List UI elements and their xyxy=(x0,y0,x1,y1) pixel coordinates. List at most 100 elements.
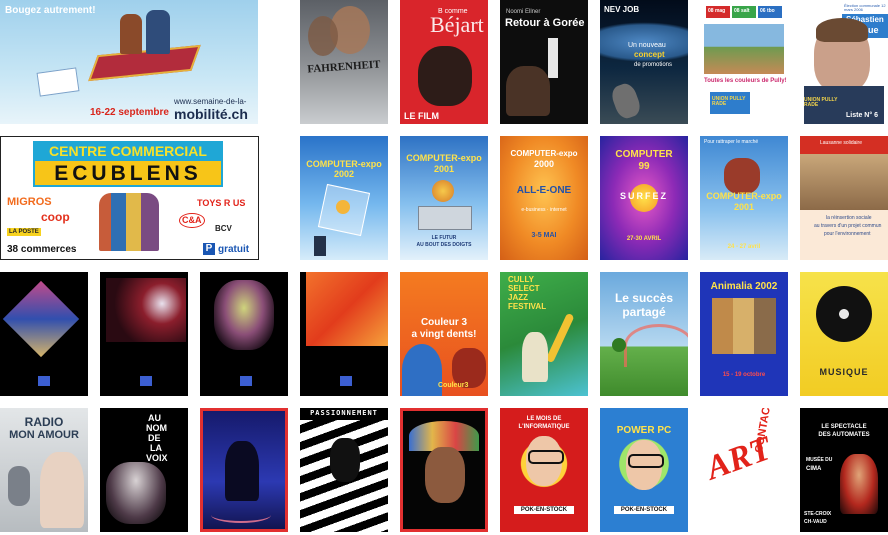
bejart-name: Béjart xyxy=(430,12,484,37)
poster-pully-couleurs[interactable]: 08 mag 08 salt 06 tbo Toutes les couleur… xyxy=(700,0,788,124)
soli-text-3: pour l'environnement xyxy=(824,231,871,237)
poster-art-3[interactable] xyxy=(200,272,288,396)
fague-hair xyxy=(816,18,868,42)
c2000-year: 2000 xyxy=(533,159,555,169)
walking-figures xyxy=(314,236,326,256)
power-line-2: L'INFORMATIQUE xyxy=(518,424,570,430)
microphone xyxy=(8,466,30,506)
voix-word-4: LA xyxy=(150,443,162,453)
poster-computer-expo-2000[interactable]: COMPUTER-expo 2000 ALL-E-ONE e-business … xyxy=(500,136,588,260)
animal-grid xyxy=(712,298,776,354)
animalia-title: Animalia 2002 xyxy=(710,281,778,292)
portrait-face xyxy=(425,447,465,503)
poster-au-nom-de-la-voix[interactable]: AU NOM DE LA VOIX xyxy=(100,408,188,532)
poster-radio-mon-amour[interactable]: RADIO MON AMOUR xyxy=(0,408,88,532)
job-tag-2: concept xyxy=(634,50,665,59)
automates-line-1: LE SPECTACLE xyxy=(821,424,867,430)
poster-animalia-2002[interactable]: Animalia 2002 15 - 19 octobre xyxy=(700,272,788,396)
stecroix-line-1: STE-CROIX xyxy=(804,511,832,517)
cc-toysrus: TOYS R US xyxy=(197,198,246,208)
poster-couleur-3[interactable]: Couleur 3 a vingt dents! Couleur3 xyxy=(400,272,488,396)
radio-line-1: RADIO xyxy=(24,415,64,429)
c2001b-year: 2001 xyxy=(733,202,755,212)
cc-bcv: BCV xyxy=(215,224,232,233)
passion-title: PASSIONNEMENT xyxy=(310,409,378,417)
poster-marcheur[interactable] xyxy=(200,408,288,532)
c2002-title: COMPUTER-expo xyxy=(306,159,382,169)
jazz-line-1: CULLY xyxy=(508,275,534,284)
c2000-badge: e-business · internet xyxy=(521,207,567,213)
fague-union: UNION PULLY RADE xyxy=(804,97,838,108)
poster-computer-99[interactable]: COMPUTER 99 SURFEZ 27-30 AVRIL xyxy=(600,136,688,260)
pully-tab-1: 08 mag xyxy=(708,8,726,14)
poster-art-2[interactable] xyxy=(100,272,188,396)
poster-sebastien-fague[interactable]: Élection communale 12 mars 2006 Sébastie… xyxy=(800,0,888,124)
scribble xyxy=(211,507,271,523)
poster-le-mois-informatique[interactable]: LE MOIS DE L'INFORMATIQUE POK-EN-STOCK xyxy=(500,408,588,532)
cc-parking: gratuit xyxy=(218,244,250,255)
poster-musique[interactable]: MUSIQUE xyxy=(800,272,888,396)
cc-laposte: LA POSTE xyxy=(7,228,41,236)
goree-title: Retour à Gorée xyxy=(505,17,585,29)
soli-photo xyxy=(800,154,888,210)
mobilite-dates: 16-22 septembre xyxy=(90,107,169,118)
abstract-face xyxy=(214,280,274,350)
poster-fahrenheit[interactable]: FAHRENHEIT xyxy=(300,0,388,124)
poster-computer-expo-2001[interactable]: COMPUTER-expo 2001 LE FUTUR AU BOUT DES … xyxy=(400,136,488,260)
poster-computer-expo-2001-b[interactable]: Pour rattraper le marché COMPUTER-expo 2… xyxy=(700,136,788,260)
poster-passionnement[interactable]: PASSIONNEMENT xyxy=(300,408,388,532)
poster-portrait-feathers[interactable] xyxy=(400,408,488,532)
cc-count: 38 commerces xyxy=(7,244,77,255)
couleur-line-2: a vingt dents! xyxy=(411,329,477,340)
poster-computer-expo-2002[interactable]: COMPUTER-expo 2002 xyxy=(300,136,388,260)
poster-art-1[interactable] xyxy=(0,272,88,396)
poster-succes-partage[interactable]: Le succès partagé xyxy=(600,272,688,396)
pully-tab-3: 06 tbo xyxy=(760,8,775,14)
cc-line2: ECUBLENS xyxy=(54,162,202,185)
c2000-logo: ALL-E-ONE xyxy=(516,185,572,196)
soli-text-1: la réinsertion sociale xyxy=(826,215,872,221)
vinyl-record xyxy=(816,286,872,342)
mobilite-url-prefix: www.semaine-de-la- xyxy=(174,97,247,106)
poster-lausanne-solidaire[interactable]: Lausanne solidaire la réinsertion social… xyxy=(800,136,888,260)
job-title: NEV JOB xyxy=(604,5,640,14)
fague-head: Élection communale 12 mars 2006 xyxy=(844,3,886,12)
c99-surf: SURFEZ xyxy=(620,191,668,201)
rainbow xyxy=(624,324,688,367)
poster-centre-commercial-ecublens[interactable]: CENTRE COMMERCIAL ECUBLENS MIGROS coop L… xyxy=(0,136,259,260)
c2002-year: 2002 xyxy=(333,169,355,179)
automates-line-2: DES AUTOMATES xyxy=(818,432,870,438)
poster-semaine-mobilite[interactable]: Bougez autrement! 16-22 septembre www.se… xyxy=(0,0,258,124)
pok-label: POK-EN-STOCK xyxy=(514,506,574,514)
poster-nev-job[interactable]: NEV JOB Un nouveau concept de promotions xyxy=(600,0,688,124)
pully-union: UNION PULLY RADE xyxy=(712,96,746,107)
cc-migros: MIGROS xyxy=(7,196,52,208)
pully-slogan: Toutes les couleurs de Pully! xyxy=(704,78,787,84)
mobilite-headline: Bougez autrement! xyxy=(5,5,96,16)
rider-figure-1 xyxy=(120,14,142,54)
abstract-diamond xyxy=(2,280,80,358)
poster-art-contact[interactable]: ART CONTACT xyxy=(700,408,788,532)
c99-year: 99 xyxy=(638,161,650,172)
poster-cully-jazz[interactable]: CULLY SELECT JAZZ FESTIVAL xyxy=(500,272,588,396)
c2001b-head: Pour rattraper le marché xyxy=(704,139,759,145)
musee-line-1: MUSÉE DU xyxy=(806,457,833,463)
c2000-dates: 3-5 MAI xyxy=(531,232,557,239)
poster-retour-goree[interactable]: Noomi Ellner Retour à Gorée xyxy=(500,0,588,124)
cc-family xyxy=(99,193,159,251)
poster-power-pc[interactable]: POWER PC POK-EN-STOCK xyxy=(600,408,688,532)
passion-face xyxy=(330,438,360,482)
globe-icon xyxy=(336,200,350,214)
flying-carpet xyxy=(88,44,201,82)
globe-icon xyxy=(432,180,454,202)
power-pc-title: POWER PC xyxy=(616,425,672,436)
poster-art-4[interactable] xyxy=(300,272,388,396)
parking-icon: P xyxy=(203,243,215,255)
footprint xyxy=(608,80,644,122)
glasses-icon xyxy=(528,450,564,464)
c2001b-dates: 24 - 27 avril xyxy=(727,244,761,250)
poster-spectacle-automates[interactable]: LE SPECTACLE DES AUTOMATES MUSÉE DU CIMA… xyxy=(800,408,888,532)
tree xyxy=(612,338,626,352)
poster-bejart[interactable]: B comme Béjart LE FILM xyxy=(400,0,488,124)
bus-sticker xyxy=(36,67,80,97)
